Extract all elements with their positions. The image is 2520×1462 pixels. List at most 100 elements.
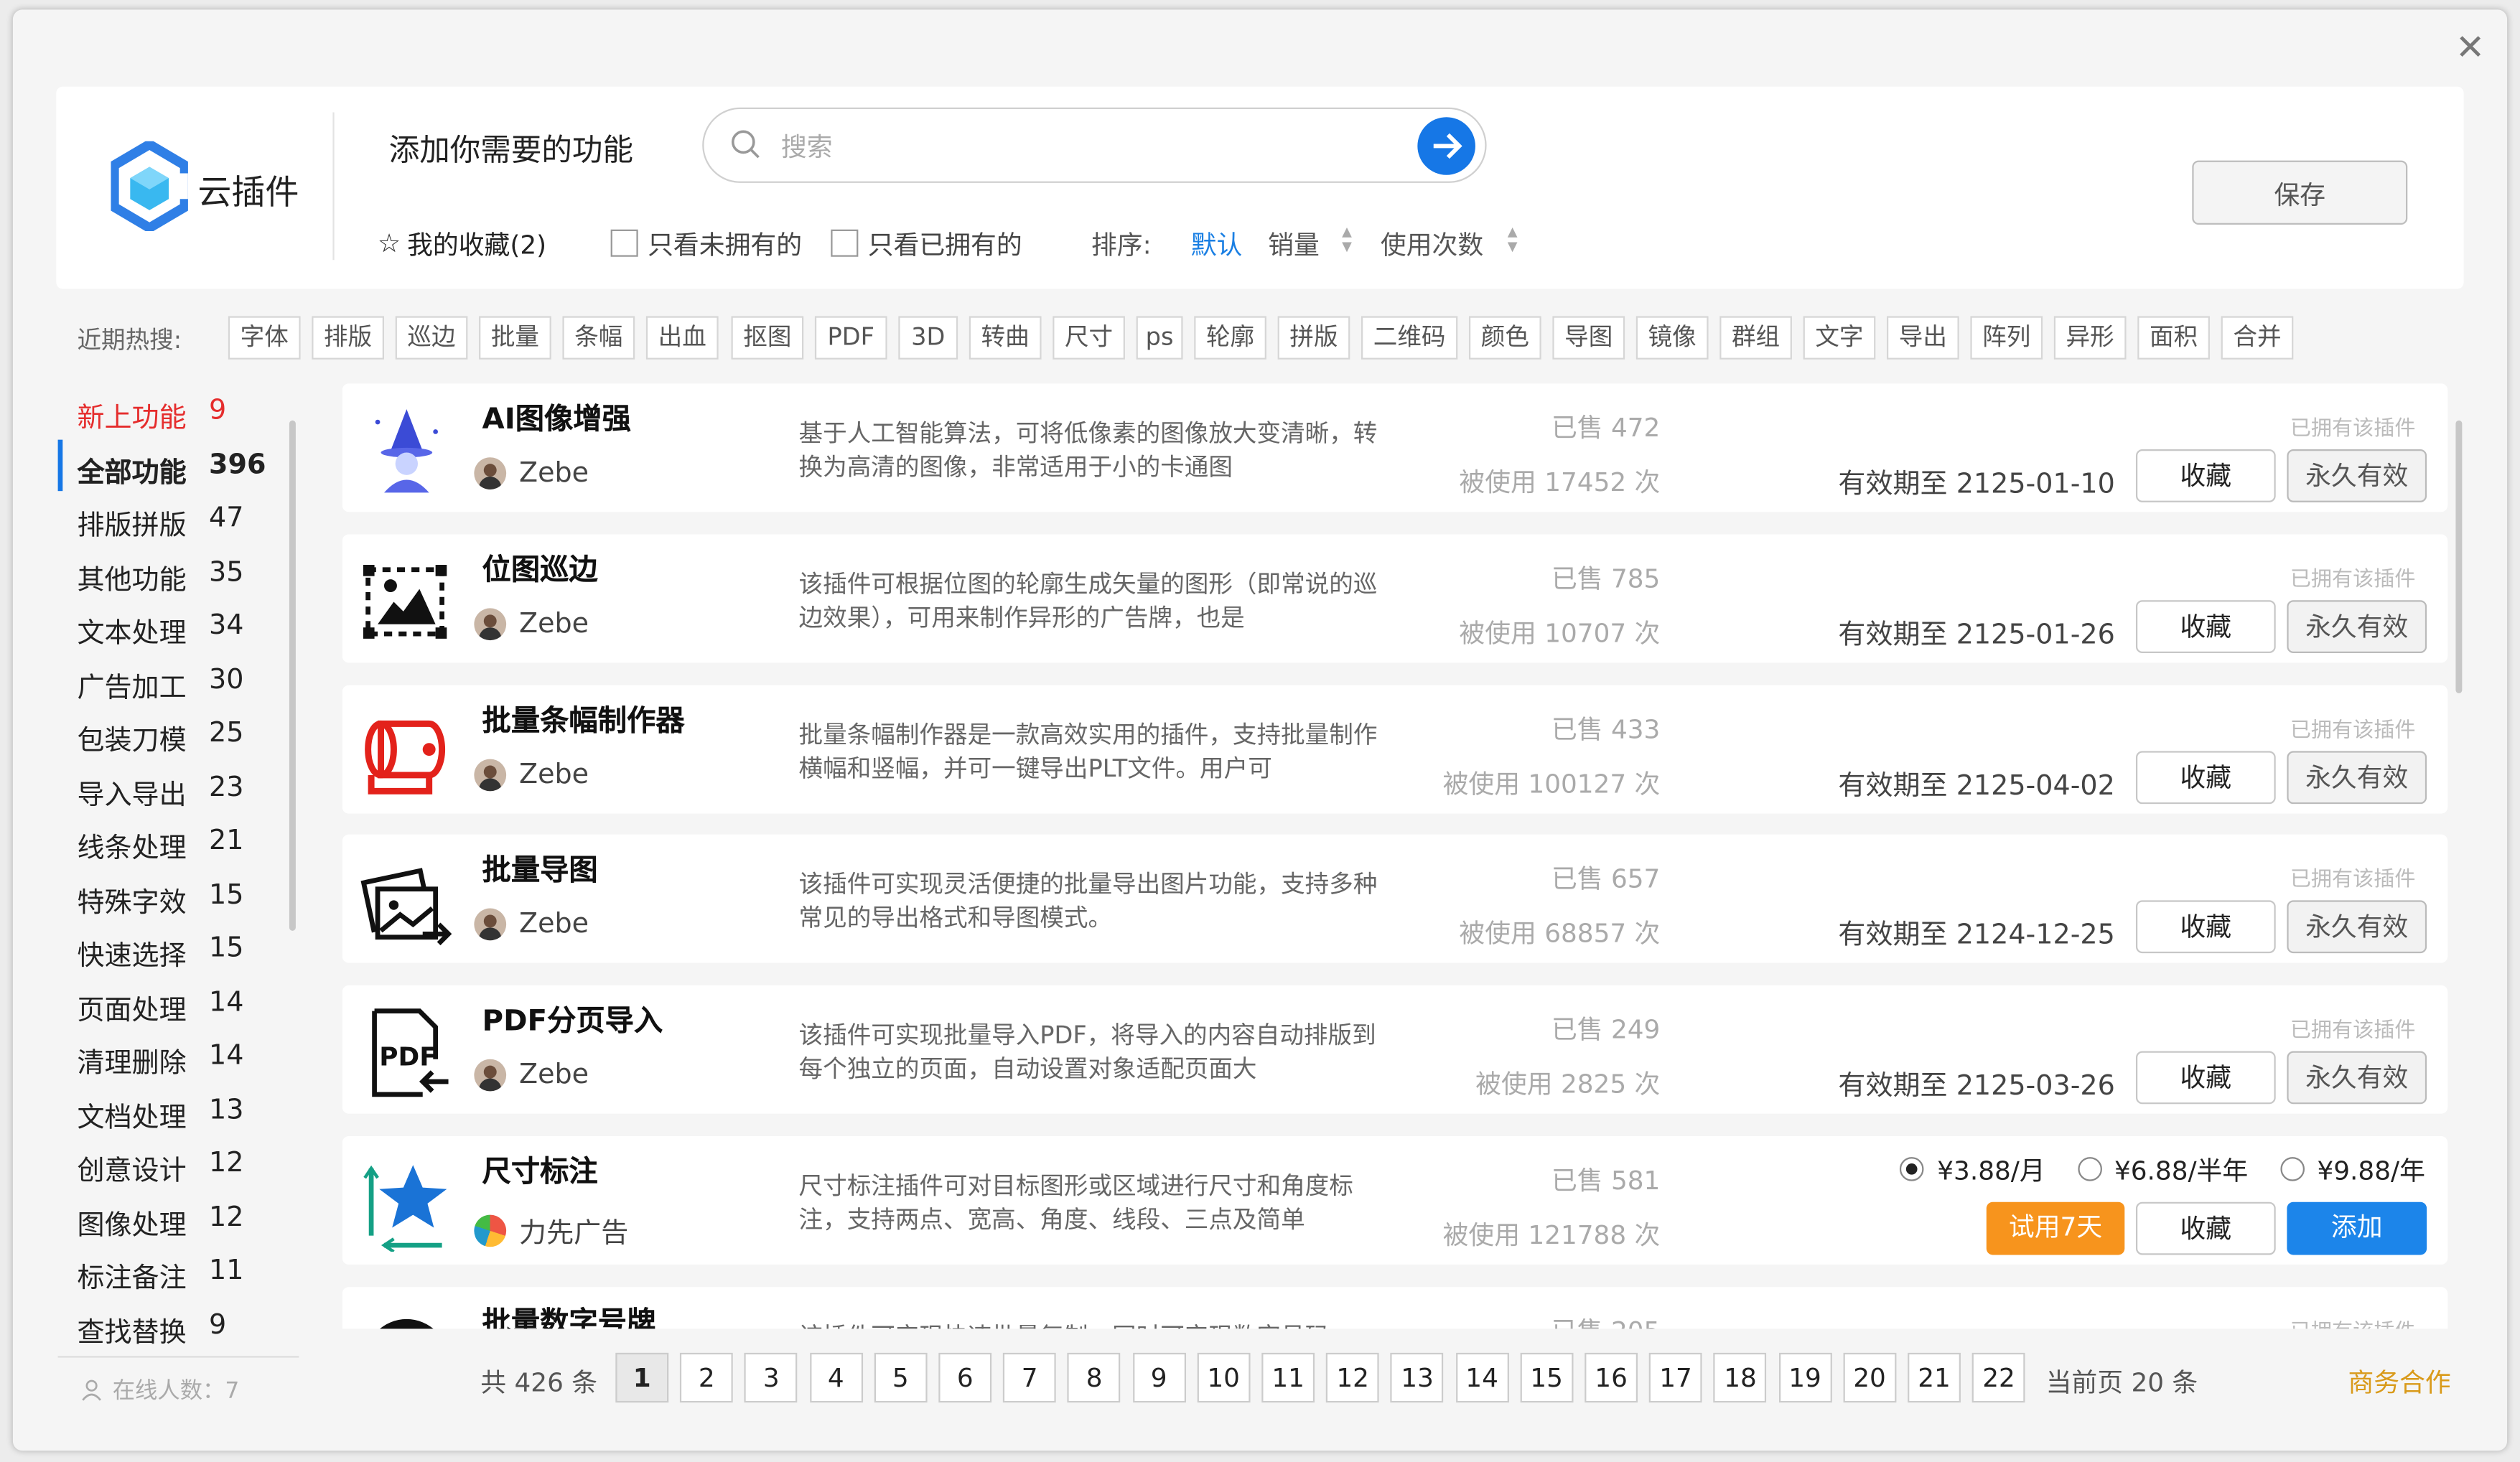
list-scrollbar[interactable] (2455, 420, 2463, 693)
search-input[interactable] (780, 125, 1376, 167)
sidebar-item[interactable]: 图像处理 12 (77, 1201, 243, 1242)
sidebar-item[interactable]: 页面处理 14 (77, 986, 243, 1026)
plugin-row[interactable]: PDF PDF分页导入 Zebe 该插件可实现批量导入PDF，将导入的内容自动排版到每… (342, 985, 2448, 1115)
tag-shaped[interactable]: 异形 (2053, 316, 2127, 360)
plugin-row[interactable]: AI图像增强 Zebe 基于人工智能算法，可将低像素的图像放大变清晰，转换为高清的图… (342, 383, 2448, 512)
page-button[interactable]: 13 (1391, 1352, 1445, 1403)
price-option[interactable]: ¥3.88/月 (1900, 1149, 2045, 1188)
tag-banner[interactable]: 条幅 (562, 316, 635, 360)
sidebar-item[interactable]: 导入导出 23 (77, 771, 243, 811)
sidebar-item[interactable]: 文本处理 34 (77, 610, 243, 650)
sidebar-item[interactable]: 其他功能 35 (77, 556, 243, 596)
plugin-row[interactable]: 批量导图 Zebe 该插件可实现灵活便捷的批量导出图片功能，支持多种常见的导出格式和… (342, 835, 2448, 964)
page-button[interactable]: 5 (874, 1352, 928, 1403)
sidebar-item[interactable]: 包装刀模 25 (77, 717, 243, 757)
permanent-button[interactable]: 永久有效 (2287, 599, 2427, 653)
permanent-button[interactable]: 永久有效 (2287, 449, 2427, 502)
tag-imposition[interactable]: 拼版 (1277, 316, 1350, 360)
sidebar-item[interactable]: 标注备注 11 (77, 1255, 243, 1295)
tag-group[interactable]: 群组 (1719, 316, 1792, 360)
tag-3d[interactable]: 3D (898, 316, 958, 360)
page-button[interactable]: 2 (680, 1352, 734, 1403)
page-button[interactable]: 9 (1132, 1352, 1186, 1403)
sidebar-item[interactable]: 线条处理 21 (77, 825, 243, 865)
sidebar-item[interactable]: 文档处理 13 (77, 1094, 243, 1134)
page-button[interactable]: 18 (1714, 1352, 1767, 1403)
tag-array[interactable]: 阵列 (1970, 316, 2043, 360)
favorite-button[interactable]: 收藏 (2135, 1051, 2276, 1105)
only-unowned-checkbox[interactable]: 只看未拥有的 (610, 223, 802, 262)
sort-usage[interactable]: 使用次数 (1381, 223, 1483, 262)
sidebar-item[interactable]: 快速选择 15 (77, 932, 243, 973)
page-button[interactable]: 19 (1778, 1352, 1831, 1403)
close-icon[interactable]: ✕ (2453, 32, 2488, 67)
tag-size[interactable]: 尺寸 (1053, 316, 1125, 360)
sidebar-item[interactable]: 查找替换 9 (77, 1308, 226, 1349)
page-button[interactable]: 8 (1068, 1352, 1121, 1403)
tag-ps[interactable]: ps (1136, 316, 1183, 360)
plugin-row[interactable]: 尺寸标注 力先广告 尺寸标注插件可对目标图形或区域进行尺寸和角度标注，支持两点、宽高… (342, 1136, 2448, 1265)
tag-color[interactable]: 颜色 (1468, 316, 1541, 360)
sidebar-item[interactable]: 特殊字效 15 (77, 878, 243, 919)
price-option[interactable]: ¥9.88/年 (2279, 1149, 2425, 1188)
page-button[interactable]: 4 (809, 1352, 863, 1403)
sidebar-item[interactable]: 清理删除 14 (77, 1040, 243, 1080)
sidebar-item[interactable]: 广告加工 30 (77, 664, 243, 704)
tag-trace[interactable]: 巡边 (395, 316, 468, 360)
page-button[interactable]: 6 (938, 1352, 992, 1403)
favorite-button[interactable]: 收藏 (2135, 750, 2276, 804)
page-button[interactable]: 17 (1649, 1352, 1702, 1403)
page-button[interactable]: 11 (1261, 1352, 1315, 1403)
tag-font[interactable]: 字体 (228, 316, 301, 360)
save-button[interactable]: 保存 (2192, 160, 2408, 225)
tag-pdf[interactable]: PDF (814, 316, 887, 360)
sort-arrows-icon[interactable]: ▲ ▼ (1508, 225, 1518, 253)
tag-export-image[interactable]: 导图 (1552, 316, 1625, 360)
page-button[interactable]: 1 (615, 1352, 669, 1403)
add-button[interactable]: 添加 (2287, 1201, 2427, 1255)
price-option[interactable]: ¥6.88/半年 (2077, 1149, 2248, 1188)
tag-curve[interactable]: 转曲 (969, 316, 1042, 360)
tag-outline[interactable]: 轮廓 (1194, 316, 1266, 360)
page-button[interactable]: 15 (1520, 1352, 1574, 1403)
sidebar-item[interactable]: 排版拼版 47 (77, 502, 243, 543)
only-owned-checkbox[interactable]: 只看已拥有的 (831, 223, 1022, 262)
page-button[interactable]: 22 (1972, 1352, 2025, 1403)
favorite-button[interactable]: 收藏 (2135, 449, 2276, 502)
favorite-button[interactable]: 收藏 (2135, 901, 2276, 954)
favorite-button[interactable]: 收藏 (2135, 1201, 2276, 1255)
business-cooperation-link[interactable]: 商务合作 (2348, 1361, 2450, 1400)
sidebar-item[interactable]: 全部功能 396 (77, 449, 266, 489)
tag-export[interactable]: 导出 (1886, 316, 1959, 360)
plugin-row[interactable]: 位图巡边 Zebe 该插件可根据位图的轮廓生成矢量的图形（即常说的巡边效果），可用来… (342, 534, 2448, 662)
favorite-button[interactable]: 收藏 (2135, 599, 2276, 653)
sidebar-item[interactable]: 新上功能 9 (77, 395, 226, 435)
page-button[interactable]: 12 (1326, 1352, 1380, 1403)
page-button[interactable]: 3 (745, 1352, 798, 1403)
page-button[interactable]: 16 (1585, 1352, 1638, 1403)
sort-arrows-icon[interactable]: ▲ ▼ (1342, 225, 1352, 253)
trial-button[interactable]: 试用7天 (1986, 1201, 2125, 1255)
page-button[interactable]: 10 (1197, 1352, 1251, 1403)
sort-sales[interactable]: 销量 (1268, 223, 1320, 262)
search-submit-button[interactable] (1417, 117, 1475, 175)
sort-default[interactable]: 默认 (1191, 223, 1243, 262)
permanent-button[interactable]: 永久有效 (2287, 1051, 2427, 1105)
page-button[interactable]: 21 (1908, 1352, 1961, 1403)
tag-mirror[interactable]: 镜像 (1635, 316, 1709, 360)
plugin-row[interactable]: 批量数字号牌Zebe该插件可实现快速批量复制，同时可实现数字号码已售 205已拥… (342, 1286, 2448, 1329)
tag-batch[interactable]: 批量 (479, 316, 551, 360)
tag-layout[interactable]: 排版 (312, 316, 385, 360)
sidebar-scrollbar[interactable] (289, 420, 296, 931)
sidebar-item[interactable]: 创意设计 12 (77, 1148, 243, 1188)
tag-cutout[interactable]: 抠图 (731, 316, 804, 360)
tag-text[interactable]: 文字 (1803, 316, 1876, 360)
permanent-button[interactable]: 永久有效 (2287, 750, 2427, 804)
tag-merge[interactable]: 合并 (2221, 316, 2294, 360)
tag-qrcode[interactable]: 二维码 (1361, 316, 1458, 360)
tag-bleed[interactable]: 出血 (645, 316, 719, 360)
page-button[interactable]: 20 (1843, 1352, 1896, 1403)
my-favorites-link[interactable]: ☆ 我的收藏(2) (378, 223, 546, 262)
page-button[interactable]: 7 (1003, 1352, 1057, 1403)
page-button[interactable]: 14 (1455, 1352, 1509, 1403)
